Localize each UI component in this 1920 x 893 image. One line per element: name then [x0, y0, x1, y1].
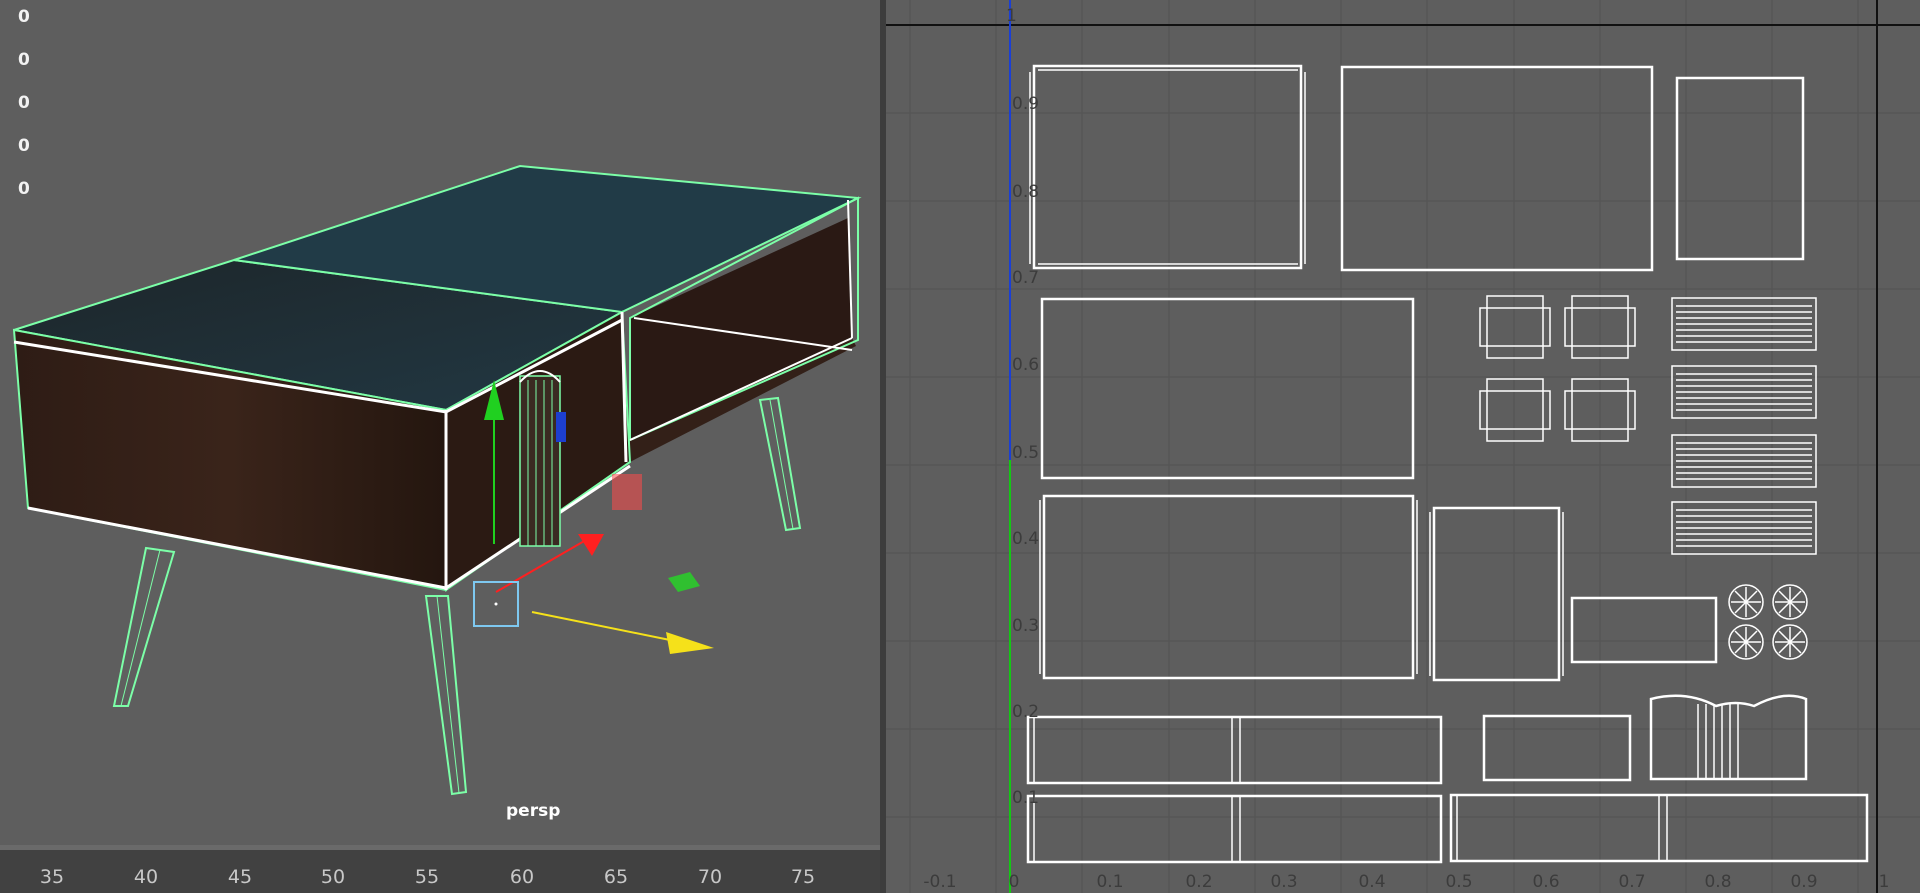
uv-v-axis-label: 0.3: [1012, 616, 1040, 636]
uv-u-axis-label: 0.7: [1618, 872, 1646, 892]
uv-v-axis-label: 0.8: [1012, 182, 1040, 202]
time-tick-label: 55: [414, 866, 440, 888]
move-z-arrow-icon: [666, 632, 714, 654]
move-plane-handle: [612, 474, 642, 510]
move-x-axis: [495, 539, 587, 593]
camera-label: persp: [506, 801, 561, 821]
time-tick-label: 35: [39, 866, 65, 888]
uv-u-axis-label: 0.5: [1445, 872, 1473, 892]
time-tick-label: 60: [509, 866, 535, 888]
perspective-viewport[interactable]: 0 0 0 0 0 persp: [0, 0, 880, 845]
table-leg-back-right[interactable]: [758, 396, 802, 532]
uv-shell-slats: [1671, 297, 1817, 555]
table-leg-front-left[interactable]: [112, 546, 176, 707]
uv-editor-panel[interactable]: 1 0.9 0.8 0.7 0.6 0.5 0.4 0.3 0.2 0.1 -0…: [886, 0, 1920, 893]
uv-u-axis-label: 0.3: [1270, 872, 1298, 892]
time-tick-label: 70: [697, 866, 723, 888]
uv-u-axis-label: -0.1: [923, 872, 957, 892]
move-z-axis: [531, 611, 671, 641]
uv-v-axis-label: 0.4: [1012, 529, 1040, 549]
uv-u-axis-label: 1: [1878, 872, 1890, 892]
uv-u-axis-label: 0.2: [1185, 872, 1213, 892]
uv-v-axis-label: 0.6: [1012, 355, 1040, 375]
uv-u-axis-label: 0: [1008, 872, 1020, 892]
uv-v-axis-label: 0.9: [1012, 94, 1040, 114]
uv-shell: [1482, 714, 1632, 782]
time-tick-label: 45: [227, 866, 253, 888]
handle-detail: [519, 370, 561, 547]
coffee-table-mesh[interactable]: [12, 164, 862, 592]
time-tick-label: 75: [790, 866, 816, 888]
uv-shell: [1449, 793, 1869, 863]
uv-shell-cluster: [1479, 295, 1636, 442]
uv-shell: [1429, 506, 1564, 682]
uv-shell: [1340, 65, 1654, 272]
scene-render: [12, 164, 862, 796]
time-tick-label: 65: [603, 866, 629, 888]
uv-u-axis-label: 0.4: [1358, 872, 1386, 892]
uv-shell: [1039, 494, 1418, 680]
uv-shell: [1675, 76, 1805, 261]
uv-shell: [1026, 794, 1443, 864]
time-tick-label: 40: [133, 866, 159, 888]
move-x-arrow-icon: [578, 534, 604, 556]
time-tick-ruler: 35 40 45 50 55 60 65 70 75: [0, 850, 880, 893]
uv-shell-wheels: [1728, 584, 1808, 660]
uv-shell: [1026, 715, 1443, 785]
uv-u-axis-label: 0.1: [1096, 872, 1124, 892]
uv-shell: [1029, 64, 1306, 270]
uv-v-axis-label: 0.2: [1012, 702, 1040, 722]
time-tick-label: 50: [320, 866, 346, 888]
uv-u-axis-label: 0.9: [1790, 872, 1818, 892]
uv-v-axis-label: 0.5: [1012, 443, 1040, 463]
uv-u-axis-label: 0.6: [1532, 872, 1560, 892]
uv-shell: [1649, 694, 1808, 781]
uv-v-axis-label: 0.1: [1012, 788, 1040, 808]
uv-grid[interactable]: [886, 0, 1920, 893]
uv-v-axis-label: 1: [1006, 6, 1017, 26]
uv-v-axis-label: 0.7: [1012, 268, 1040, 288]
time-slider[interactable]: 35 40 45 50 55 60 65 70 75: [0, 845, 880, 893]
uv-shell: [1040, 297, 1415, 480]
uv-u-axis-label: 0.8: [1704, 872, 1732, 892]
table-leg-front-right[interactable]: [424, 595, 468, 796]
move-z-handle: [556, 412, 566, 442]
uv-shells: [1026, 64, 1869, 864]
uv-shell: [1570, 596, 1718, 664]
move-plane-green: [668, 572, 700, 592]
